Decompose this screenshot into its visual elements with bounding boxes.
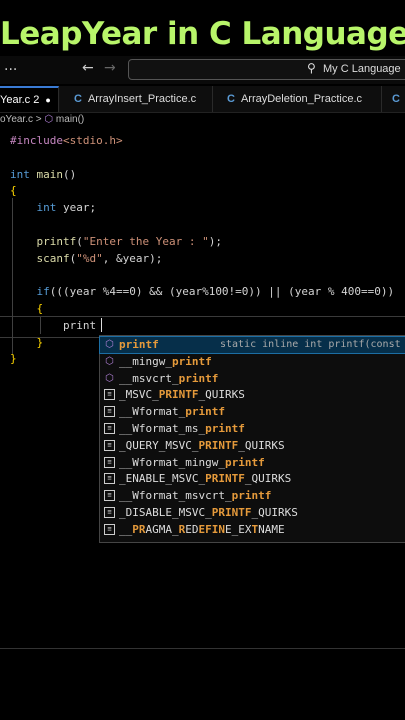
suggestion-item[interactable]: ≡ _MSVC_PRINTF_QUIRKS — [100, 387, 405, 403]
cube-icon: ⬡ — [105, 355, 114, 367]
cube-icon: ⬡ — [105, 372, 114, 384]
suggestion-item[interactable]: ≡ __Wformat_printf — [100, 404, 405, 420]
suggestion-label: __Wformat_msvcrt_printf — [119, 489, 272, 503]
suggestion-label: __Wformat_mingw_printf — [119, 455, 265, 469]
text-caret — [101, 318, 102, 332]
tab-label: ArrayInsert_Practice.c — [87, 93, 197, 105]
panel-divider — [0, 648, 405, 649]
tab-arraydeletion[interactable]: C ArrayDeletion_Practice.c — [213, 86, 382, 112]
command-center-search[interactable]: ⚲ My C Language — [128, 59, 405, 80]
suggestion-item[interactable]: ≡ __Wformat_ms_printf — [100, 421, 405, 437]
title-bar: ... ← → ⚲ My C Language — [0, 56, 405, 84]
suggestion-item[interactable]: ≡ _ENABLE_MSVC_PRINTF_QUIRKS — [100, 471, 405, 487]
c-file-icon: C — [227, 93, 235, 105]
suggestion-item[interactable]: ⬡ __msvcrt_printf — [100, 371, 405, 387]
video-title-banner: LeapYear in C Language — [0, 16, 405, 52]
breadcrumb-file[interactable]: oYear.c — [0, 114, 33, 125]
suggestion-detail: static inline int printf(const c — [220, 339, 405, 350]
suggestion-item[interactable]: ≡ _QUERY_MSVC_PRINTF_QUIRKS — [100, 438, 405, 454]
keyword-icon: ≡ — [104, 406, 115, 418]
suggestion-label: _ENABLE_MSVC_PRINTF_QUIRKS — [119, 472, 292, 486]
breadcrumb-separator: > — [35, 114, 42, 125]
suggestion-item[interactable]: ≡ _DISABLE_MSVC_PRINTF_QUIRKS — [100, 505, 405, 521]
tab-label: ArrayDeletion_Practice.c — [240, 93, 363, 105]
suggestion-item[interactable]: ⬡ printf static inline int printf(const c — [99, 336, 405, 354]
unsaved-dot-icon: ● — [45, 95, 51, 105]
code-line[interactable]: int year; — [10, 201, 97, 214]
suggestion-label: __Wformat_printf — [119, 405, 225, 419]
code-line[interactable]: { — [10, 184, 17, 197]
suggestion-item[interactable]: ≡ __PRAGMA_REDEFINE_EXTNAME — [100, 522, 405, 538]
suggestion-label: _QUERY_MSVC_PRINTF_QUIRKS — [119, 438, 285, 452]
keyword-icon: ≡ — [104, 490, 115, 502]
suggestion-label: __msvcrt_printf — [119, 371, 219, 385]
suggestion-item[interactable]: ≡ __Wformat_msvcrt_printf — [100, 488, 405, 504]
keyword-icon: ≡ — [104, 473, 115, 485]
cube-icon: ⬡ — [105, 339, 114, 350]
suggestion-label: _MSVC_PRINTF_QUIRKS — [119, 388, 245, 402]
tab-leapyear[interactable]: Year.c 2 ● — [0, 86, 59, 112]
function-symbol-icon: ⬡ — [44, 114, 54, 125]
code-line[interactable]: print — [10, 319, 96, 332]
forward-arrow-icon[interactable]: → — [104, 60, 116, 76]
keyword-icon: ≡ — [104, 523, 115, 535]
keyword-icon: ≡ — [104, 507, 115, 518]
autocomplete-suggestions: ⬡ printf static inline int printf(const c ⬡… — [99, 335, 405, 543]
keyword-icon: ≡ — [104, 389, 115, 401]
search-label: My C Language — [323, 63, 401, 75]
editor-tab-bar: Year.c 2 ● C ArrayInsert_Practice.c C Array… — [0, 86, 405, 113]
breadcrumb-symbol[interactable]: main() — [56, 114, 84, 125]
more-menu-icon[interactable]: ... — [4, 58, 17, 74]
c-file-icon: C — [74, 93, 82, 105]
code-line[interactable]: #include<stdio.h> — [10, 134, 123, 147]
tab-label: Year.c 2 — [0, 94, 40, 106]
breadcrumb: oYear.c > ⬡ main() — [0, 114, 84, 130]
suggestion-label: __Wformat_ms_printf — [119, 422, 245, 435]
keyword-icon: ≡ — [104, 423, 115, 434]
suggestion-label: printf — [119, 338, 159, 351]
suggestion-item[interactable]: ≡ __Wformat_mingw_printf — [100, 455, 405, 471]
code-line[interactable]: } — [10, 352, 17, 365]
suggestion-label: __PRAGMA_REDEFINE_EXTNAME — [119, 522, 285, 536]
back-arrow-icon[interactable]: ← — [82, 60, 94, 76]
code-line[interactable]: { — [10, 302, 44, 315]
suggestion-label: _DISABLE_MSVC_PRINTF_QUIRKS — [119, 506, 298, 519]
code-line[interactable]: } — [10, 336, 44, 349]
suggestion-item[interactable]: ⬡ __mingw_printf — [100, 354, 405, 370]
code-line[interactable]: printf("Enter the Year : "); — [10, 235, 222, 248]
suggestion-label: __mingw_printf — [119, 354, 212, 368]
tab-overflow[interactable]: C — [382, 86, 405, 112]
code-line[interactable]: if(((year %4==0) && (year%100!=0)) || (y… — [10, 285, 395, 298]
keyword-icon: ≡ — [104, 456, 115, 468]
code-line[interactable]: int main() — [10, 168, 76, 181]
search-icon: ⚲ — [307, 61, 316, 75]
tab-arrayinsert[interactable]: C ArrayInsert_Practice.c — [60, 86, 213, 112]
code-line[interactable]: scanf("%d", &year); — [10, 252, 163, 265]
keyword-icon: ≡ — [104, 439, 115, 451]
c-file-icon: C — [392, 93, 400, 105]
